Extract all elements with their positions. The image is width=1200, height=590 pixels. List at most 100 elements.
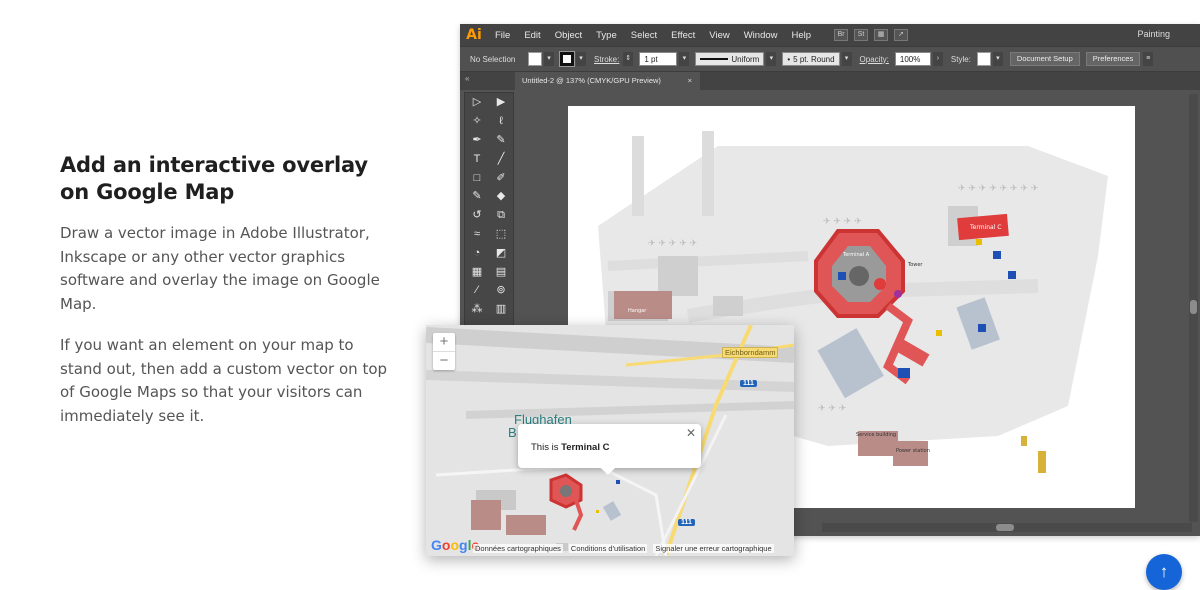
arrange-icon[interactable]: ▦ [874,29,889,41]
route-shield-bottom: 111 [678,519,695,526]
chevron-down-icon[interactable]: ▾ [576,52,586,66]
menu-type[interactable]: Type [589,30,624,41]
scrollbar-thumb[interactable] [1190,300,1197,314]
direct-selection-tool-icon[interactable]: ▶ [494,96,508,108]
type-tool-icon[interactable]: T [470,153,484,165]
scrollbar-thumb[interactable] [996,524,1014,531]
info-window-text: This is Terminal C [531,442,609,453]
terms-of-use-link[interactable]: Conditions d'utilisation [568,544,648,553]
line-sample-icon [700,58,729,60]
chevron-down-icon[interactable]: ▾ [766,52,777,66]
svg-text:✈ ✈ ✈ ✈: ✈ ✈ ✈ ✈ [823,217,862,227]
document-tab[interactable]: Untitled-2 @ 137% (CMYK/GPU Preview) × [515,72,700,90]
scale-tool-icon[interactable]: ⧉ [494,209,508,221]
chevron-down-icon[interactable]: ▾ [679,52,690,66]
label-service-building: Service building [856,432,896,438]
horizontal-scrollbar[interactable] [822,523,1192,532]
menu-edit[interactable]: Edit [517,30,547,41]
document-setup-button[interactable]: Document Setup [1009,52,1080,66]
magic-wand-tool-icon[interactable]: ✧ [470,115,484,127]
info-window-tail [600,467,616,475]
vertical-scrollbar[interactable] [1189,94,1198,522]
style-swatch[interactable] [976,52,991,66]
document-tabs: « Untitled-2 @ 137% (CMYK/GPU Preview) × [460,72,1200,90]
chevron-down-icon[interactable]: ▾ [992,52,1003,66]
opacity-label: Opacity: [859,54,889,64]
menubar-icons: Br St ▦ ➚ [834,29,909,41]
chevron-right-icon[interactable]: › [932,52,943,66]
warp-tool-icon[interactable]: ≈ [470,228,484,240]
zoom-out-button[interactable]: − [433,351,455,369]
shaper-tool-icon[interactable]: ✎ [470,190,484,202]
gpu-rocket-icon[interactable]: ➚ [894,29,909,41]
label-terminal-c: Terminal C [969,224,1001,231]
brush-value: 5 pt. Round [793,54,835,64]
route-shield-top: 111 [740,380,757,387]
opacity-field[interactable]: 100% [894,52,931,66]
eraser-tool-icon[interactable]: ◆ [494,190,508,202]
zoom-in-button[interactable]: + [433,333,455,351]
menu-view[interactable]: View [702,30,736,41]
document-tab-title: Untitled-2 @ 137% (CMYK/GPU Preview) [522,76,661,85]
rectangle-tool-icon[interactable]: □ [470,172,484,184]
line-tool-icon[interactable]: ╱ [494,153,508,165]
svg-text:✈ ✈ ✈ ✈ ✈: ✈ ✈ ✈ ✈ ✈ [648,239,698,249]
svg-text:✈ ✈ ✈ ✈ ✈ ✈ ✈ ✈: ✈ ✈ ✈ ✈ ✈ ✈ ✈ ✈ [958,184,1039,194]
menu-window[interactable]: Window [737,30,785,41]
chevron-down-icon[interactable]: ▾ [544,52,554,66]
preferences-button[interactable]: Preferences [1085,52,1141,66]
selection-tool-icon[interactable]: ▷ [470,96,484,108]
free-transform-tool-icon[interactable]: ⬚ [494,228,508,240]
symbol-sprayer-tool-icon[interactable]: ⁂ [470,303,484,315]
menu-help[interactable]: Help [785,30,819,41]
scroll-to-top-button[interactable]: ↑ [1146,554,1182,590]
menu-file[interactable]: File [488,30,517,41]
mesh-tool-icon[interactable]: ▦ [470,266,484,278]
svg-text:✈ ✈ ✈: ✈ ✈ ✈ [818,404,847,414]
collapse-panels-icon[interactable]: « [465,74,469,83]
menu-select[interactable]: Select [624,30,664,41]
gradient-tool-icon[interactable]: ▤ [494,266,508,278]
close-icon[interactable]: × [688,72,692,90]
stock-icon[interactable]: St [854,29,869,41]
stroke-swatch[interactable] [559,51,575,67]
graph-tool-icon[interactable]: ▥ [494,303,508,315]
workspace-switcher[interactable]: Painting [1137,29,1170,39]
style-label: Style: [950,54,971,64]
lasso-tool-icon[interactable]: ℓ [494,115,508,127]
label-hangar: Hangar [628,308,647,314]
street-label: Eichborndamm [722,347,779,358]
section-paragraph-1: Draw a vector image in Adobe Illustrator… [60,224,380,314]
paintbrush-tool-icon[interactable]: ✐ [494,172,508,184]
control-bar: No Selection ▾ ▾ Stroke: ⇕ 1 pt ▾ Unifor… [460,46,1200,72]
arrow-up-icon: ↑ [1159,562,1169,581]
stepper-icon[interactable]: ⇕ [623,52,634,66]
menu-object[interactable]: Object [548,30,589,41]
illustrator-menu: File Edit Object Type Select Effect View… [488,30,818,41]
feature-text: Add an interactive overlay on Google Map… [60,152,390,429]
menu-effect[interactable]: Effect [664,30,702,41]
chevron-down-icon[interactable]: ▾ [841,52,852,66]
map-attribution: Données cartographiques Conditions d'uti… [473,544,774,553]
pen-tool-icon[interactable]: ✒ [470,134,484,146]
map-data-link[interactable]: Données cartographiques [473,544,563,553]
blend-tool-icon[interactable]: ⊚ [494,284,508,296]
rotate-tool-icon[interactable]: ↺ [470,209,484,221]
curvature-tool-icon[interactable]: ✎ [494,134,508,146]
zoom-control: + − [433,333,455,370]
eyedropper-tool-icon[interactable]: ⁄ [470,284,484,296]
shape-builder-tool-icon[interactable]: ◔ [470,247,484,259]
perspective-grid-tool-icon[interactable]: ◩ [494,247,508,259]
bridge-icon[interactable]: Br [834,29,849,41]
fill-swatch[interactable] [528,52,542,66]
menu-icon[interactable]: ≡ [1143,52,1154,66]
report-error-link[interactable]: Signaler une erreur cartographique [653,544,774,553]
close-icon[interactable]: ✕ [686,426,696,440]
brush-select[interactable]: • 5 pt. Round [782,52,840,66]
google-map-embed[interactable]: + − Eichborndamm 111 111 Flughafen B Thi… [426,325,794,556]
map-place-label-2: B [508,425,517,440]
info-window: This is Terminal C ✕ [518,424,701,468]
stroke-weight-field[interactable]: 1 pt [639,52,678,66]
stroke-profile-select[interactable]: Uniform [695,52,765,66]
label-terminal-a: Terminal A [842,252,870,258]
